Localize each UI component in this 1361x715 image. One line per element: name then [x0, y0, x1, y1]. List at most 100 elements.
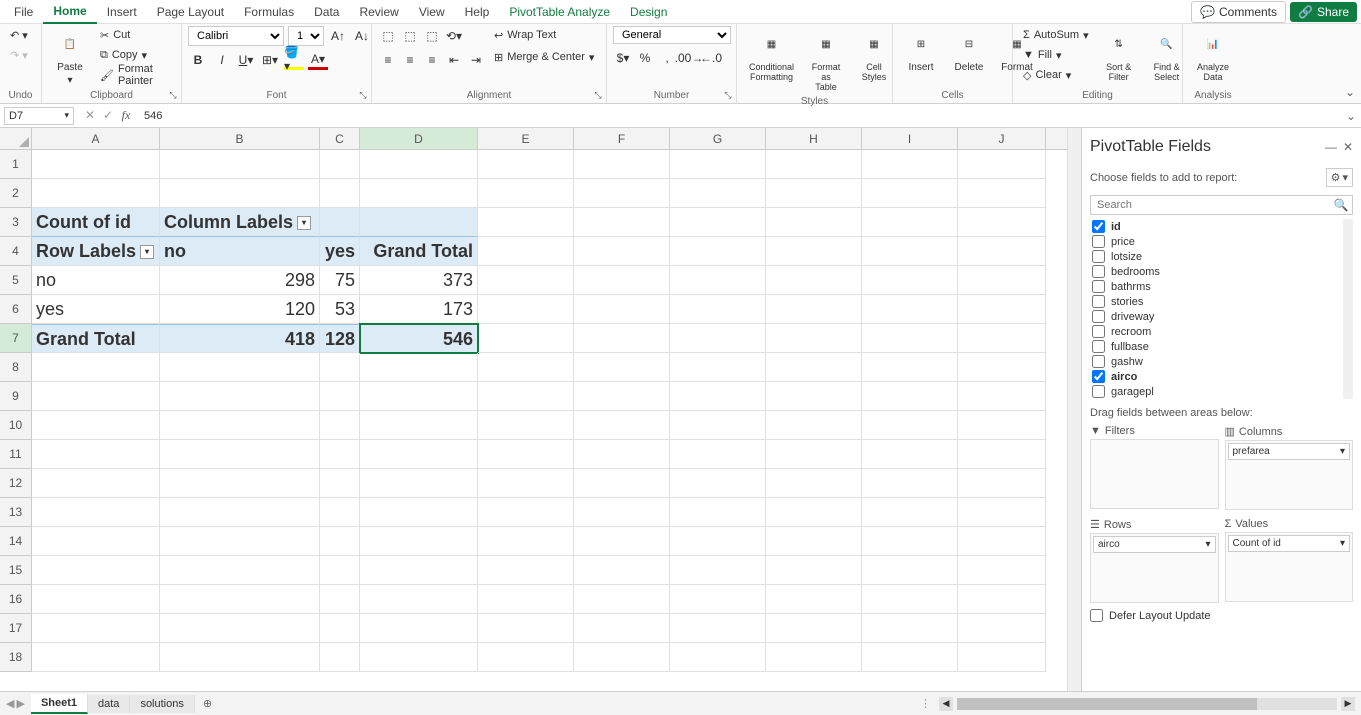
cell-J9[interactable]: [958, 382, 1046, 411]
formula-input[interactable]: 546: [138, 108, 1341, 124]
cell-D17[interactable]: [360, 614, 478, 643]
cell-I12[interactable]: [862, 469, 958, 498]
cell-F14[interactable]: [574, 527, 670, 556]
menu-help[interactable]: Help: [455, 1, 500, 23]
row-header-3[interactable]: 3: [0, 208, 32, 237]
cell-C2[interactable]: [320, 179, 360, 208]
field-item-stories[interactable]: stories: [1090, 294, 1343, 309]
cell-H14[interactable]: [766, 527, 862, 556]
values-pill-count-id[interactable]: Count of id▾: [1228, 535, 1351, 552]
cell-D5[interactable]: 373: [360, 266, 478, 295]
cell-C9[interactable]: [320, 382, 360, 411]
align-middle-button[interactable]: ⬚: [400, 26, 420, 46]
cell-G2[interactable]: [670, 179, 766, 208]
field-item-gashw[interactable]: gashw: [1090, 354, 1343, 369]
cell-F1[interactable]: [574, 150, 670, 179]
cell-I15[interactable]: [862, 556, 958, 585]
cell-E4[interactable]: [478, 237, 574, 266]
cell-G8[interactable]: [670, 353, 766, 382]
insert-function-button[interactable]: fx: [118, 108, 134, 123]
cell-F2[interactable]: [574, 179, 670, 208]
delete-cells-button[interactable]: ⊟Delete: [947, 26, 991, 75]
alignment-dialog-launcher[interactable]: ⤡: [592, 89, 604, 101]
cell-H9[interactable]: [766, 382, 862, 411]
cell-D1[interactable]: [360, 150, 478, 179]
cell-G9[interactable]: [670, 382, 766, 411]
clipboard-dialog-launcher[interactable]: ⤡: [167, 89, 179, 101]
cell-F12[interactable]: [574, 469, 670, 498]
cell-I7[interactable]: [862, 324, 958, 353]
cell-G7[interactable]: [670, 324, 766, 353]
cell-E8[interactable]: [478, 353, 574, 382]
cell-E16[interactable]: [478, 585, 574, 614]
cell-J2[interactable]: [958, 179, 1046, 208]
field-item-id[interactable]: id: [1090, 219, 1343, 234]
cell-C5[interactable]: 75: [320, 266, 360, 295]
cell-C3[interactable]: [320, 208, 360, 237]
cell-D9[interactable]: [360, 382, 478, 411]
cell-F15[interactable]: [574, 556, 670, 585]
sheet-nav-prev[interactable]: ◀: [6, 697, 14, 710]
hscroll-thumb[interactable]: [957, 698, 1257, 710]
cell-E7[interactable]: [478, 324, 574, 353]
hscroll-left-button[interactable]: ◀: [939, 697, 953, 711]
column-header-D[interactable]: D: [360, 128, 478, 149]
cell-J5[interactable]: [958, 266, 1046, 295]
values-drop-area[interactable]: Count of id▾: [1225, 532, 1354, 602]
cell-I18[interactable]: [862, 643, 958, 672]
cell-B3[interactable]: Column Labels▾: [160, 208, 320, 237]
row-header-1[interactable]: 1: [0, 150, 32, 179]
menu-view[interactable]: View: [409, 1, 455, 23]
defer-update-checkbox[interactable]: [1090, 609, 1103, 622]
cell-B15[interactable]: [160, 556, 320, 585]
formula-expand-button[interactable]: ⌄: [1341, 109, 1361, 123]
number-dialog-launcher[interactable]: ⤡: [722, 89, 734, 101]
ribbon-collapse-button[interactable]: ⌄: [1345, 85, 1355, 99]
find-select-button[interactable]: 🔍Find & Select: [1145, 26, 1189, 84]
select-all-button[interactable]: [0, 128, 32, 149]
hscroll-right-button[interactable]: ▶: [1341, 697, 1355, 711]
decrease-indent-button[interactable]: ⇤: [444, 50, 464, 70]
cell-A9[interactable]: [32, 382, 160, 411]
column-header-J[interactable]: J: [958, 128, 1046, 149]
cell-E2[interactable]: [478, 179, 574, 208]
cell-G3[interactable]: [670, 208, 766, 237]
decrease-font-button[interactable]: A↓: [352, 26, 372, 46]
undo-button[interactable]: ↶ ▾: [6, 26, 32, 44]
font-color-button[interactable]: A▾: [308, 50, 328, 70]
field-checkbox-price[interactable]: [1092, 235, 1105, 248]
pivot-search-box[interactable]: 🔍: [1090, 195, 1353, 215]
sort-filter-button[interactable]: ⇅Sort & Filter: [1097, 26, 1141, 84]
pivot-layout-options-button[interactable]: ⚙▾: [1326, 168, 1353, 187]
cell-E11[interactable]: [478, 440, 574, 469]
column-header-C[interactable]: C: [320, 128, 360, 149]
confirm-edit-button[interactable]: ✓: [100, 108, 116, 123]
cell-H18[interactable]: [766, 643, 862, 672]
row-header-5[interactable]: 5: [0, 266, 32, 295]
field-item-recroom[interactable]: recroom: [1090, 324, 1343, 339]
rows-drop-area[interactable]: airco▾: [1090, 533, 1219, 603]
cell-D11[interactable]: [360, 440, 478, 469]
cell-G5[interactable]: [670, 266, 766, 295]
cell-J12[interactable]: [958, 469, 1046, 498]
format-painter-button[interactable]: 🖌Format Painter: [96, 66, 175, 84]
cell-F10[interactable]: [574, 411, 670, 440]
sheet-tab-data[interactable]: data: [88, 695, 130, 713]
cell-H15[interactable]: [766, 556, 862, 585]
cell-G12[interactable]: [670, 469, 766, 498]
field-item-fullbase[interactable]: fullbase: [1090, 339, 1343, 354]
cell-J14[interactable]: [958, 527, 1046, 556]
cell-C6[interactable]: 53: [320, 295, 360, 324]
row-header-4[interactable]: 4: [0, 237, 32, 266]
row-header-9[interactable]: 9: [0, 382, 32, 411]
cell-E15[interactable]: [478, 556, 574, 585]
sheet-tab-sheet1[interactable]: Sheet1: [31, 694, 88, 714]
cell-G4[interactable]: [670, 237, 766, 266]
menu-page-layout[interactable]: Page Layout: [147, 1, 234, 23]
field-checkbox-stories[interactable]: [1092, 295, 1105, 308]
row-header-11[interactable]: 11: [0, 440, 32, 469]
column-header-H[interactable]: H: [766, 128, 862, 149]
field-item-airco[interactable]: airco: [1090, 369, 1343, 384]
cell-B2[interactable]: [160, 179, 320, 208]
cell-D13[interactable]: [360, 498, 478, 527]
